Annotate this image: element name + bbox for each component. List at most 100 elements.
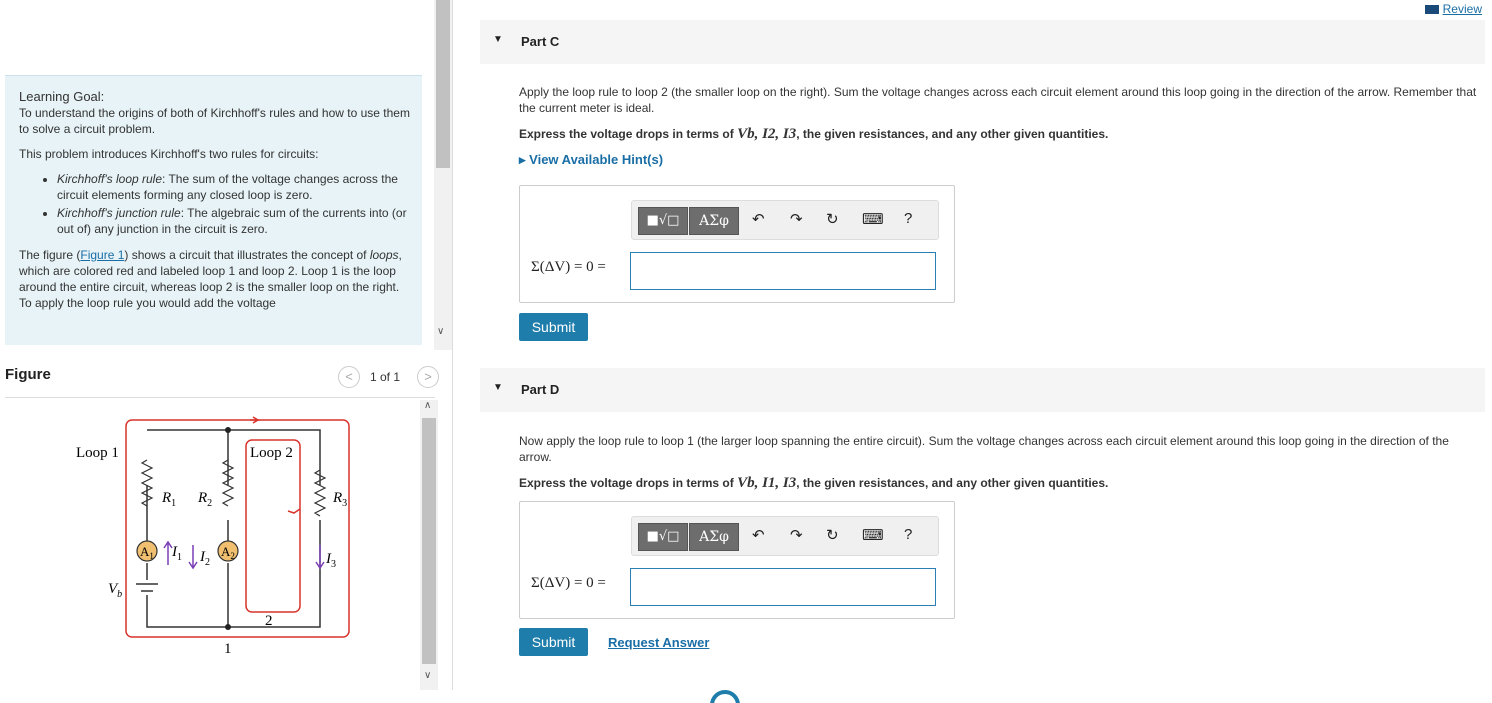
variables: Vb, I1, I3 — [737, 475, 797, 491]
r3-label: R3 — [332, 490, 347, 509]
keyboard-icon[interactable]: ⌨ — [862, 210, 884, 228]
text: The figure ( — [19, 248, 81, 262]
part-c-header[interactable]: ▼ Part C — [480, 20, 1485, 64]
request-answer-link[interactable]: Request Answer — [608, 635, 709, 650]
intro-text: This problem introduces Kirchhoff's two … — [19, 147, 319, 161]
chevron-down-icon[interactable]: ∨ — [424, 670, 431, 681]
vb-label: Vb — [108, 581, 122, 600]
math-toolbar: ■√□ ΑΣφ ↶ ↷ ↻ ⌨ ? — [631, 516, 939, 556]
junction-top — [225, 427, 231, 433]
part-d-label: Part D — [521, 382, 560, 397]
symbols-button[interactable]: ΑΣφ — [689, 523, 739, 551]
help-icon[interactable]: ? — [904, 526, 912, 543]
scrollbar-thumb[interactable] — [422, 418, 436, 664]
figure-title: Figure — [5, 366, 51, 383]
chevron-down-icon[interactable]: ∨ — [437, 326, 444, 337]
learning-goal-box: Learning Goal: To understand the origins… — [5, 75, 422, 345]
text: loops — [369, 248, 399, 262]
part-c-answer-box: ■√□ ΑΣφ ↶ ↷ ↻ ⌨ ? Σ(ΔV) = 0 = — [519, 185, 955, 303]
part-c-express: Express the voltage drops in terms of Vb… — [519, 126, 1479, 142]
current-i1-arrow — [163, 540, 173, 565]
part-d-instructions: Now apply the loop rule to loop 1 (the l… — [519, 434, 1449, 464]
chevron-up-icon[interactable]: ∧ — [424, 400, 431, 411]
learning-goal-heading: Learning Goal: — [19, 89, 105, 104]
hint-label: View Available Hint(s) — [529, 152, 664, 167]
chevron-left-icon[interactable]: < — [338, 366, 360, 388]
equation-label: Σ(ΔV) = 0 = — [531, 259, 606, 275]
help-icon[interactable]: ? — [904, 210, 912, 227]
submit-button[interactable]: Submit — [519, 628, 588, 656]
part-d-express: Express the voltage drops in terms of Vb… — [519, 475, 1479, 491]
rules-list: Kirchhoff's loop rule: The sum of the vo… — [57, 171, 412, 237]
loop1-arrow — [250, 416, 261, 424]
book-icon — [1424, 5, 1439, 15]
figure-link[interactable]: Figure 1 — [80, 248, 124, 262]
symbols-button[interactable]: ΑΣφ — [689, 207, 739, 235]
undo-icon[interactable]: ↶ — [752, 526, 765, 544]
review-link[interactable]: Review — [1424, 2, 1482, 16]
part-c-instructions: Apply the loop rule to loop 2 (the small… — [519, 85, 1477, 115]
i2-label: I2 — [199, 549, 210, 568]
r2-label: R2 — [197, 490, 212, 509]
answer-input[interactable] — [630, 568, 936, 606]
view-hints-link[interactable]: ▸ View Available Hint(s) — [519, 152, 1479, 168]
learning-goal-text: To understand the origins of both of Kir… — [19, 106, 410, 136]
figure-pager: 1 of 1 — [370, 370, 401, 384]
rule-name: Kirchhoff's loop rule — [57, 172, 163, 186]
submit-button[interactable]: Submit — [519, 313, 588, 341]
loop1-outline — [125, 419, 350, 638]
node2-label: 2 — [265, 613, 273, 629]
text: , the given resistances, and any other g… — [796, 476, 1109, 490]
part-c-body: Apply the loop rule to loop 2 (the small… — [519, 84, 1479, 168]
column-divider — [452, 0, 453, 690]
scrollbar[interactable]: ∨ — [434, 0, 452, 350]
list-item: Kirchhoff's junction rule: The algebraic… — [57, 205, 412, 237]
part-d-answer-box: ■√□ ΑΣφ ↶ ↷ ↻ ⌨ ? Σ(ΔV) = 0 = — [519, 501, 955, 619]
figure-header: Figure < 1 of 1 > — [5, 362, 439, 398]
redo-icon[interactable]: ↷ — [790, 210, 803, 228]
current-i3-arrow — [315, 545, 325, 570]
undo-icon[interactable]: ↶ — [752, 210, 765, 228]
loop1-label: Loop 1 — [76, 445, 119, 461]
r1-label: R1 — [161, 490, 176, 509]
redo-icon[interactable]: ↷ — [790, 526, 803, 544]
scrollbar-thumb[interactable] — [436, 0, 450, 168]
list-item: Kirchhoff's loop rule: The sum of the vo… — [57, 171, 412, 203]
text: Express the voltage drops in terms of — [519, 127, 738, 141]
part-d-header[interactable]: ▼ Part D — [480, 368, 1485, 412]
i3-label: I3 — [325, 551, 336, 570]
rule-name: Kirchhoff's junction rule — [57, 206, 181, 220]
text: ) shows a circuit that illustrates the c… — [124, 248, 370, 262]
battery-vb — [136, 583, 158, 592]
text: Express the voltage drops in terms of — [519, 476, 738, 490]
answer-input[interactable] — [630, 252, 936, 290]
current-i2-arrow — [188, 545, 198, 570]
math-toolbar: ■√□ ΑΣφ ↶ ↷ ↻ ⌨ ? — [631, 200, 939, 240]
equation-label: Σ(ΔV) = 0 = — [531, 575, 606, 591]
caret-down-icon: ▼ — [493, 382, 503, 393]
templates-button[interactable]: ■√□ — [638, 523, 688, 551]
loop2-outline — [245, 439, 301, 613]
circuit-diagram: A1 A2 Loop 1 Loop 2 R1 R2 R3 I1 I2 I3 Vb… — [76, 416, 350, 657]
templates-button[interactable]: ■√□ — [638, 207, 688, 235]
circuit-wires — [146, 429, 321, 628]
feedback-icon[interactable] — [710, 690, 740, 703]
part-d-body: Now apply the loop rule to loop 1 (the l… — [519, 433, 1479, 491]
variables: Vb, I2, I3 — [737, 126, 797, 142]
loop2-arrow — [287, 508, 301, 514]
reset-icon[interactable]: ↻ — [826, 526, 839, 544]
junction-bottom — [225, 624, 231, 630]
figure-scrollbar[interactable]: ∧ ∨ — [420, 400, 438, 690]
problem-panel: Learning Goal: To understand the origins… — [0, 0, 452, 703]
caret-down-icon: ▼ — [493, 34, 503, 45]
part-c-label: Part C — [521, 34, 560, 49]
review-label: Review — [1442, 2, 1482, 16]
loop2-label: Loop 2 — [250, 445, 293, 461]
keyboard-icon[interactable]: ⌨ — [862, 526, 884, 544]
reset-icon[interactable]: ↻ — [826, 210, 839, 228]
figure-paragraph: The figure (Figure 1) shows a circuit th… — [19, 247, 412, 311]
chevron-right-icon[interactable]: > — [417, 366, 439, 388]
text: , the given resistances, and any other g… — [796, 127, 1109, 141]
i1-label: I1 — [171, 544, 182, 563]
node1-label: 1 — [224, 641, 232, 657]
